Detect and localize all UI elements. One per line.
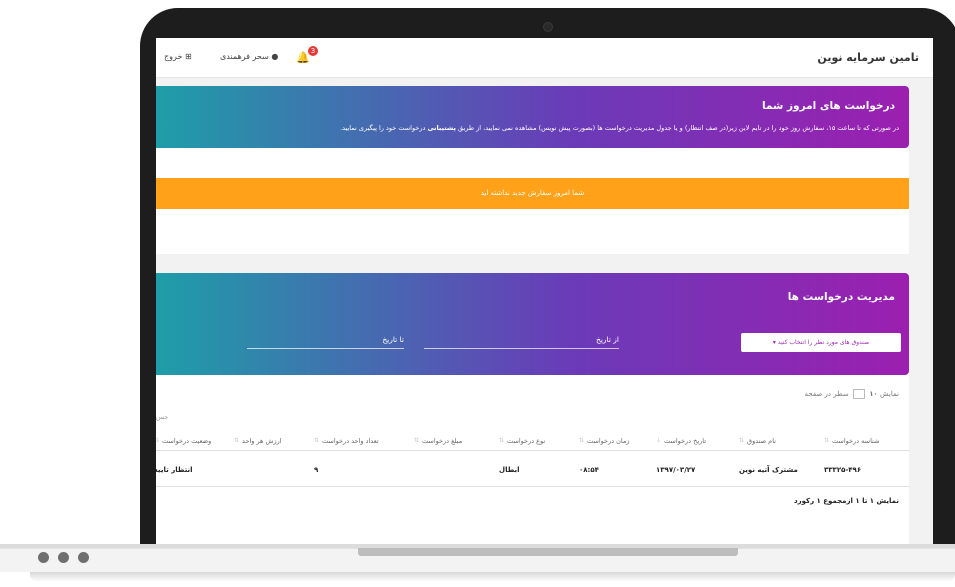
table-cell: [234, 453, 304, 486]
app-screen: تامین سرمایه نوین 🔔 3 ● سحر فرهمندی ⊞ خر…: [156, 38, 933, 550]
dot-icon: [38, 552, 49, 563]
user-icon: ●: [271, 52, 279, 61]
table-cell: ۱۳۹۷/۰۳/۲۷: [656, 465, 696, 474]
from-date-label: از تاریخ: [595, 335, 619, 344]
laptop-shadow: [30, 572, 955, 582]
column-header[interactable]: زمان درخواست ⇅: [579, 431, 649, 450]
column-header[interactable]: نام صندوق ⇅: [739, 431, 814, 450]
request-management-card: مدیریت درخواست ها صندوق های مورد نظر را …: [156, 273, 909, 550]
column-header[interactable]: تاریخ درخواست ↓: [656, 431, 731, 450]
table-header: شناسه درخواست ⇅ نام صندوق ⇅ تاریخ درخواست ↓…: [156, 431, 909, 451]
logout-button[interactable]: ⊞ خروج: [164, 52, 192, 61]
perpage-select[interactable]: [852, 389, 865, 399]
today-requests-description: در صورتی که تا ساعت ۱۵، سفارش روز خود را…: [340, 124, 899, 132]
chevron-down-icon: ▾: [772, 339, 776, 346]
perpage-value: ۱۰: [869, 390, 878, 398]
to-date-label: تا تاریخ: [382, 335, 404, 344]
perpage-prefix: نمایش: [879, 390, 899, 398]
table-cell: ۰۸:۵۴: [579, 465, 599, 474]
today-requests-card: درخواست های امروز شما در صورتی که تا ساع…: [156, 86, 909, 254]
column-header[interactable]: وضعیت درخواست ⇅: [156, 431, 224, 450]
no-orders-alert: شما امروز سفارش جدید نداشته اید: [156, 178, 909, 209]
table-cell: [414, 453, 489, 486]
fund-select-dropdown[interactable]: صندوق های مورد نظر را انتخاب کنید ▾: [741, 333, 901, 352]
description-text-end: درخواست خود را پیگیری نمایید.: [340, 124, 426, 132]
column-header[interactable]: نوع درخواست ⇅: [499, 431, 569, 450]
table-cell: مشترک آتیه نوین: [739, 465, 798, 474]
user-name: سحر فرهمندی: [220, 52, 269, 61]
top-navbar: تامین سرمایه نوین 🔔 3 ● سحر فرهمندی ⊞ خر…: [156, 38, 933, 78]
column-header[interactable]: مبلغ درخواست ⇅: [414, 431, 489, 450]
management-title: مدیریت درخواست ها: [787, 291, 895, 303]
brand-title: تامین سرمایه نوین: [817, 51, 919, 64]
laptop-notch: [358, 548, 738, 556]
column-header[interactable]: تعداد واحد درخواست ⇅: [314, 431, 404, 450]
description-text: در صورتی که تا ساعت ۱۵، سفارش روز خود را…: [458, 124, 899, 132]
dot-icon: [78, 552, 89, 563]
table-cell: انتظار تایید: [156, 465, 193, 474]
support-link[interactable]: پشتیبانی: [427, 124, 455, 132]
logout-label: خروج: [164, 52, 183, 61]
today-requests-header: درخواست های امروز شما در صورتی که تا ساع…: [156, 86, 909, 148]
today-requests-title: درخواست های امروز شما: [762, 100, 895, 112]
rows-per-page: نمایش ۱۰ سطر در صفحه: [805, 389, 899, 399]
user-menu[interactable]: ● سحر فرهمندی: [220, 52, 278, 61]
laptop-mockup: تامین سرمایه نوین 🔔 3 ● سحر فرهمندی ⊞ خر…: [0, 0, 955, 587]
from-date-input[interactable]: از تاریخ: [424, 335, 619, 349]
table-cell: ابطال: [499, 465, 520, 474]
search-label: جس: [156, 413, 169, 421]
fund-select-label: صندوق های مورد نظر را انتخاب کنید: [777, 339, 870, 346]
dot-icon: [58, 552, 69, 563]
perpage-suffix: سطر در صفحه: [804, 390, 849, 398]
window-dots: [38, 552, 89, 563]
camera-icon: [543, 22, 553, 32]
table-row[interactable]: ۳۳۳۲۵-۴۹۶ مشترک آتیه نوین ۱۳۹۷/۰۳/۲۷ ۰۸:…: [156, 453, 909, 487]
column-header[interactable]: ارزش هر واحد ⇅: [234, 431, 304, 450]
table-cell: ۹: [314, 465, 319, 474]
column-header[interactable]: شناسه درخواست ⇅: [824, 431, 899, 450]
request-management-header: مدیریت درخواست ها صندوق های مورد نظر را …: [156, 273, 909, 375]
table-cell: ۳۳۳۲۵-۴۹۶: [824, 465, 862, 474]
logout-icon: ⊞: [184, 52, 192, 61]
notification-badge: 3: [308, 46, 318, 56]
pagination-info: نمایش ۱ تا ۱ ازمجموع ۱ رکورد: [793, 497, 899, 505]
to-date-input[interactable]: تا تاریخ: [247, 335, 404, 349]
